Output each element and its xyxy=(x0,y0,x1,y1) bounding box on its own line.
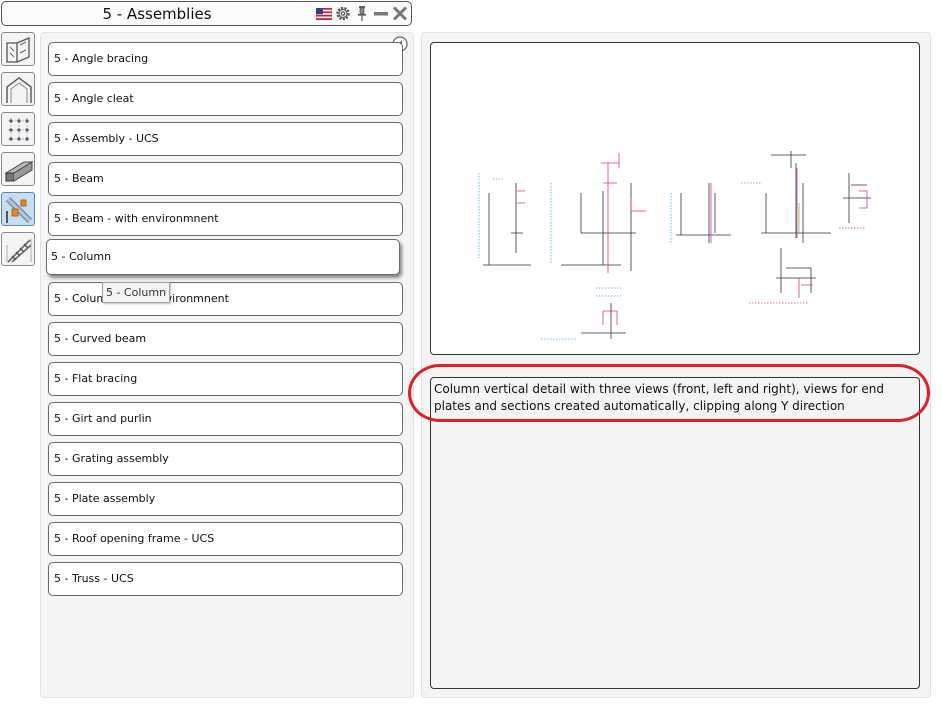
beam-category-icon[interactable] xyxy=(1,152,35,186)
window-title: 5 - Assemblies xyxy=(102,5,212,23)
template-description: Column vertical detail with three views … xyxy=(430,377,920,689)
flag-us-icon[interactable] xyxy=(316,5,332,22)
window-title-bar[interactable]: 5 - Assemblies xyxy=(1,1,412,26)
list-item[interactable]: 5 - Beam xyxy=(48,162,403,196)
list-item[interactable]: 5 - Angle cleat xyxy=(48,82,403,116)
list-item[interactable]: 5 - Girt and purlin xyxy=(48,402,403,436)
list-item[interactable]: 5 - Roof opening frame - UCS xyxy=(48,522,403,556)
connections-category-icon[interactable] xyxy=(1,32,35,66)
list-item[interactable]: 5 - Curved beam xyxy=(48,322,403,356)
item-tooltip: 5 - Column xyxy=(102,282,170,303)
grid-category-icon[interactable] xyxy=(1,112,35,146)
list-item[interactable]: 5 - Flat bracing xyxy=(48,362,403,396)
list-item[interactable]: 5 - Beam - with environmnent xyxy=(48,202,403,236)
title-toolbar xyxy=(316,5,408,22)
pin-icon[interactable] xyxy=(354,5,370,22)
list-item[interactable]: 5 - Truss - UCS xyxy=(48,562,403,596)
minimize-icon[interactable] xyxy=(373,5,389,22)
list-item[interactable]: 5 - Assembly - UCS xyxy=(48,122,403,156)
settings-icon[interactable] xyxy=(335,5,351,22)
list-item[interactable]: 5 - Angle bracing xyxy=(48,42,403,76)
list-item[interactable]: 5 - Grating assembly xyxy=(48,442,403,476)
close-icon[interactable] xyxy=(392,5,408,22)
drawing-thumbnail-image xyxy=(478,151,871,340)
building-frame-category-icon[interactable] xyxy=(1,72,35,106)
assemblies-category-icon[interactable] xyxy=(1,192,35,226)
list-item[interactable]: 5 - Plate assembly xyxy=(48,482,403,516)
list-item-hovered[interactable]: 5 - Column xyxy=(46,239,400,275)
stairs-category-icon[interactable] xyxy=(1,232,35,266)
drawing-preview xyxy=(430,42,920,355)
